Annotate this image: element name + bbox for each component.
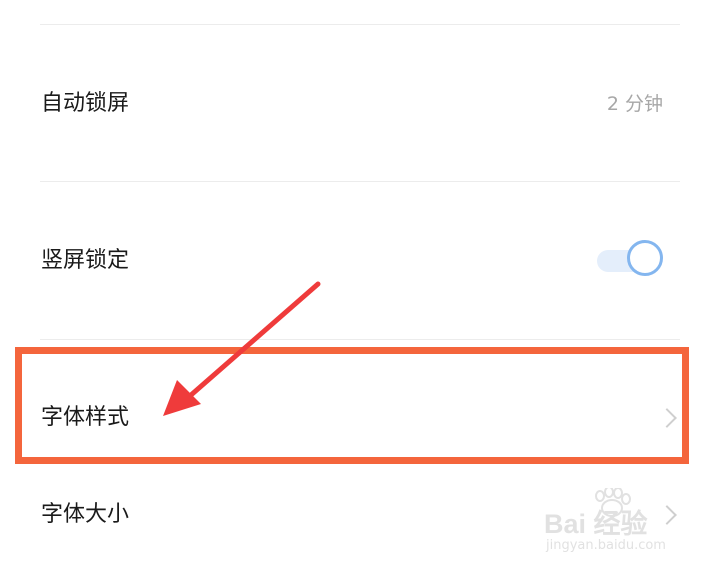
font-size-label: 字体大小	[41, 502, 130, 527]
auto-lock-value: 2 分钟	[606, 93, 663, 115]
divider-top	[40, 24, 680, 25]
red-arrow-icon	[163, 281, 321, 416]
baidu-jingyan-watermark: Bai 经验 jingyan.baidu.com	[542, 488, 682, 554]
divider-1	[40, 181, 680, 182]
watermark-brand: Bai 经验	[544, 509, 648, 539]
divider-2	[40, 339, 680, 340]
watermark-url: jingyan.baidu.com	[546, 538, 666, 553]
toggle-knob	[627, 240, 663, 276]
portrait-lock-toggle[interactable]	[597, 240, 669, 280]
portrait-lock-label: 竖屏锁定	[41, 248, 130, 273]
auto-lock-label: 自动锁屏	[41, 91, 130, 116]
annotation-highlight-box	[15, 347, 689, 464]
